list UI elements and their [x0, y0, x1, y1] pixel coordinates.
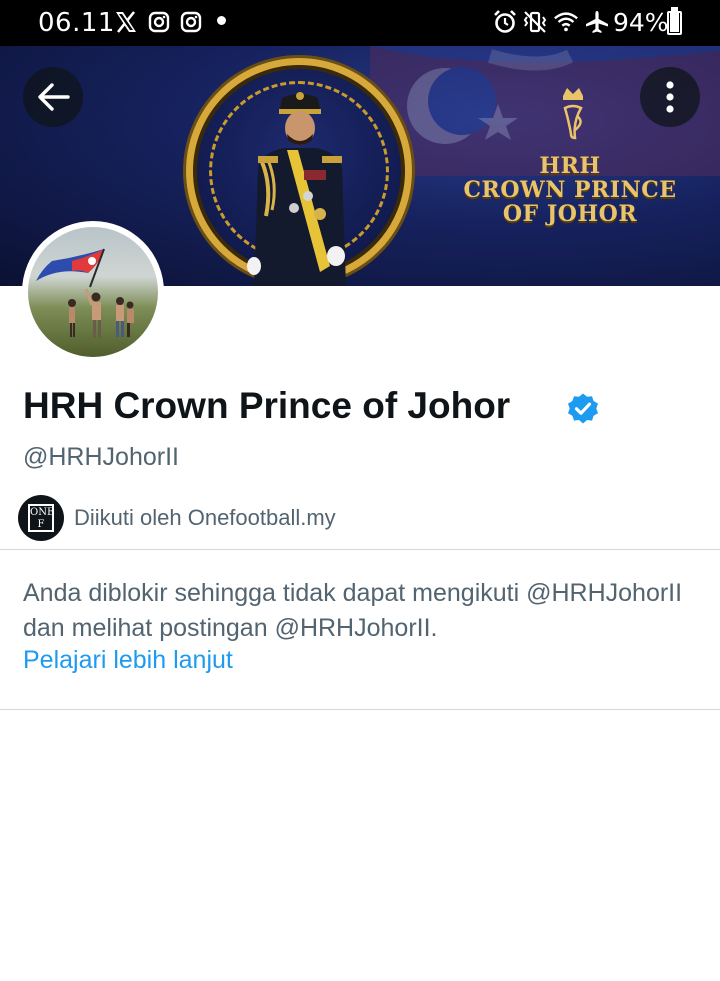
banner-title: HRH CROWN PRINCE OF JOHOR [450, 154, 690, 226]
instagram-icon [178, 9, 204, 35]
followed-by-text: Diikuti oleh Onefootball.my [74, 505, 336, 530]
banner-title-line1: HRH [539, 153, 601, 179]
blocked-notice-text: Anda diblokir sehingga tidak dapat mengi… [23, 579, 683, 642]
back-arrow-icon [38, 83, 70, 111]
status-bar: 06.11 94% [0, 0, 720, 46]
verified-badge-icon[interactable] [566, 392, 600, 426]
more-notifications-dot [217, 16, 226, 25]
battery-percentage: 94% [613, 8, 669, 37]
more-options-button[interactable] [640, 67, 700, 127]
banner-title-line3: OF JOHOR [502, 201, 638, 227]
section-divider [0, 709, 720, 710]
section-divider [0, 549, 720, 550]
x-logo-icon [113, 9, 139, 35]
banner-title-line2: CROWN PRINCE [463, 177, 677, 203]
royal-crest-graphic [563, 88, 583, 140]
alarm-icon [492, 9, 518, 35]
vibrate-icon [522, 9, 548, 35]
profile-name: HRH Crown Prince of Johor [23, 385, 511, 426]
more-vertical-icon [666, 81, 674, 113]
followed-by-avatar: ONE F [18, 495, 64, 541]
wifi-icon [553, 9, 579, 35]
learn-more-link[interactable]: Pelajari lebih lanjut [23, 646, 233, 675]
onefootball-logo: ONE F [28, 504, 54, 532]
profile-handle: @HRHJohorII [23, 443, 179, 471]
avatar-photo [28, 227, 158, 357]
battery-icon [667, 7, 682, 35]
profile-avatar[interactable] [22, 221, 164, 363]
status-time: 06.11 [38, 8, 115, 38]
crown-prince-portrait [247, 92, 346, 286]
battery-level-fill [670, 13, 679, 32]
followed-by-row[interactable]: ONE F Diikuti oleh Onefootball.my [18, 495, 336, 541]
back-button[interactable] [23, 67, 83, 127]
instagram-icon [146, 9, 172, 35]
airplane-icon [584, 9, 610, 35]
